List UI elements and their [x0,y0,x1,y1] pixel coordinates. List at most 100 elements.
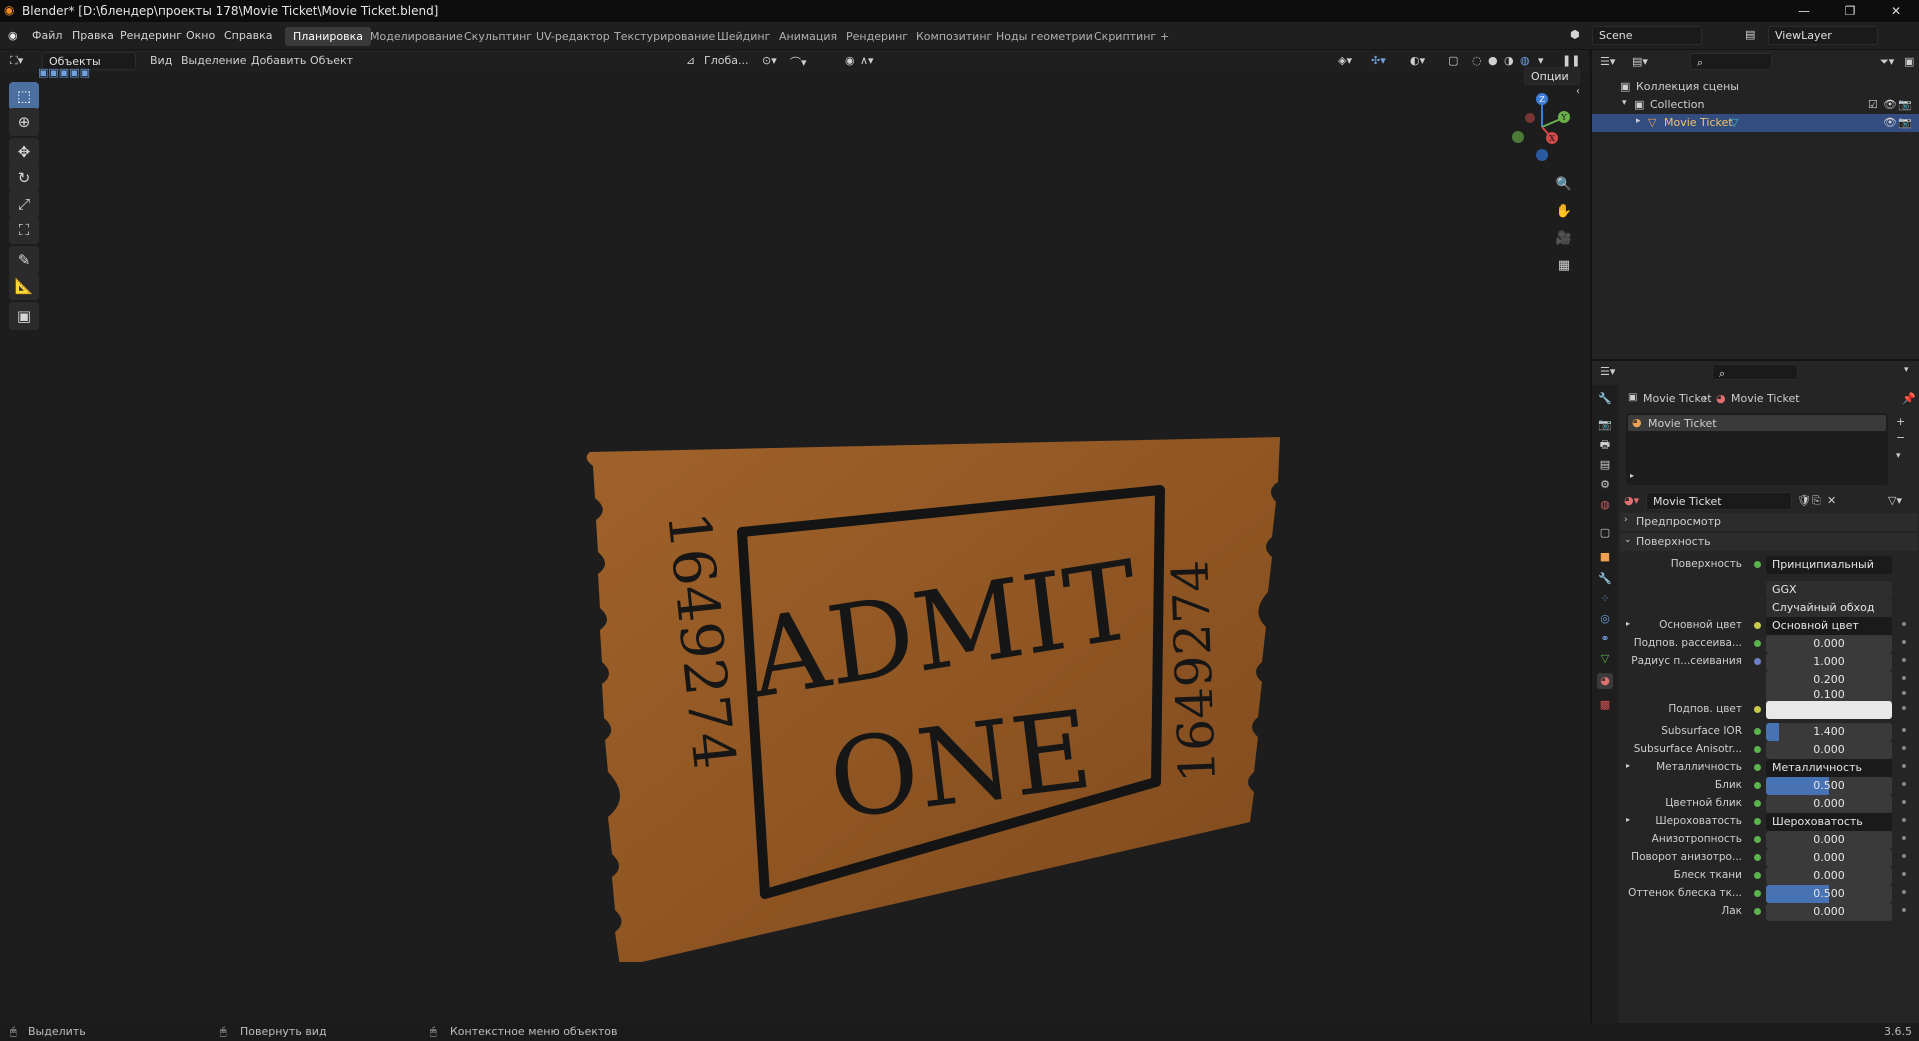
overlay-toggle-icon[interactable]: ◐▾ [1410,54,1425,67]
menu-window[interactable]: Окно [186,29,215,42]
output-tab-icon[interactable]: 🖶 [1597,437,1613,453]
menu-add[interactable]: Добавить [251,54,306,67]
surface-panel-header[interactable]: ⌄ Поверхность [1620,533,1918,551]
eye-icon[interactable]: 👁 [1883,116,1897,129]
keyframe-dot-icon[interactable] [1902,640,1906,644]
mesh-data-icon[interactable]: ▽ [1730,116,1738,129]
solid-shading-icon[interactable]: ● [1488,54,1498,67]
falloff-icon[interactable]: ∧▾ [860,54,874,67]
texture-tab-icon[interactable]: ▩ [1597,697,1613,713]
render-camera-icon[interactable]: 📷 [1898,116,1912,129]
menu-edit[interactable]: Правка [72,29,114,42]
tab-geometry-nodes[interactable]: Ноды геометрии [988,27,1101,46]
material-tab-icon[interactable]: ◕ [1597,673,1613,689]
new-collection-icon[interactable]: ▣ [1904,55,1914,68]
menu-view[interactable]: Вид [150,54,172,67]
expand-arrow-icon[interactable]: ▸ [1626,815,1630,824]
menu-help[interactable]: Справка [224,29,272,42]
shading-options-icon[interactable]: ▾ [1538,54,1544,67]
gizmo-toggle-icon[interactable]: ✣▾ [1371,54,1386,67]
material-shading-icon[interactable]: ◑ [1504,54,1514,67]
socket-dot[interactable] [1754,706,1761,713]
checkbox-icon[interactable]: ☑ [1868,98,1878,111]
modifier-tab-icon[interactable]: 🔧 [1597,571,1613,587]
socket-dot[interactable] [1754,782,1761,789]
socket-dot[interactable] [1754,890,1761,897]
pan-hand-icon[interactable]: ✋ [1553,201,1575,223]
expand-arrow-icon[interactable]: ▾ [1622,98,1627,108]
socket-dot[interactable] [1754,872,1761,879]
eye-icon[interactable]: 👁 [1883,98,1897,111]
annotate-tool[interactable]: ✎ [9,246,39,274]
camera-view-icon[interactable]: 🎥 [1553,228,1575,250]
keyframe-dot-icon[interactable] [1902,746,1906,750]
preview-panel-header[interactable]: › Предпросмотр [1620,513,1918,531]
add-workspace-button[interactable]: + [1152,27,1177,46]
keyframe-dot-icon[interactable] [1902,800,1906,804]
select-box-tool[interactable]: ⬚ [9,82,39,110]
expand-arrow-icon[interactable]: ▸ [1626,619,1630,628]
tab-shading[interactable]: Шейдинг [709,27,778,46]
measure-tool[interactable]: 📐 [9,272,39,300]
scale-tool[interactable]: ⤢ [9,190,39,218]
collection-tab-icon[interactable]: ▢ [1597,525,1613,541]
add-cube-tool[interactable]: ▣ [9,302,39,330]
keyframe-dot-icon[interactable] [1902,676,1906,680]
particles-tab-icon[interactable]: ⁘ [1597,591,1613,607]
sidebar-toggle-icon[interactable]: ‹ [1576,86,1580,97]
snap-icon[interactable]: ⌒▾ [790,54,807,70]
numeric-slider[interactable]: 0.000 [1766,903,1892,921]
menu-render[interactable]: Рендеринг [120,29,182,42]
tab-rendering[interactable]: Рендеринг [838,27,916,46]
expand-arrow-icon[interactable]: ▸ [1630,471,1634,480]
keyframe-dot-icon[interactable] [1902,818,1906,822]
menu-file[interactable]: Файл [32,29,62,42]
filter-icon[interactable]: ⏷▾ [1880,55,1894,69]
link-type-icon[interactable]: ▽▾ [1888,494,1902,507]
tab-layout[interactable]: Планировка [285,27,371,46]
visibility-icon[interactable]: ◈▾ [1338,54,1352,67]
keyframe-dot-icon[interactable] [1902,782,1906,786]
outliner-search-input[interactable]: ⌕ [1690,53,1772,70]
rendered-shading-icon[interactable]: ◍ [1520,54,1530,67]
color-swatch[interactable] [1766,701,1892,719]
render-tab-icon[interactable]: 📷 [1597,417,1613,433]
pivot-icon[interactable]: ⊙▾ [762,54,777,67]
socket-dot[interactable] [1754,561,1761,568]
display-mode-icon[interactable]: ▤▾ [1632,55,1648,68]
properties-editor-icon[interactable]: ☰▾ [1600,365,1615,378]
close-button[interactable]: ✕ [1873,0,1919,22]
movie-ticket-object[interactable]: ADMIT ONE 1649274 1649274 [560,362,1290,962]
editor-type-icon[interactable]: ⛶▾ [10,54,23,68]
render-camera-icon[interactable]: 📷 [1898,98,1912,111]
keyframe-dot-icon[interactable] [1902,854,1906,858]
keyframe-dot-icon[interactable] [1902,658,1906,662]
object-tab-icon[interactable]: ■ [1597,549,1613,565]
move-tool[interactable]: ✥ [9,138,39,166]
world-tab-icon[interactable]: ◍ [1597,497,1613,513]
view-layer-tab-icon[interactable]: ▤ [1597,457,1613,473]
navigation-gizmo[interactable]: Z Y X [1500,92,1580,162]
socket-dot[interactable] [1754,818,1761,825]
material-name-field[interactable]: Movie Ticket [1646,492,1792,510]
socket-dot[interactable] [1754,728,1761,735]
keyframe-dot-icon[interactable] [1902,706,1906,710]
rotate-tool[interactable]: ↻ [9,164,39,192]
maximize-button[interactable]: ❐ [1827,0,1873,22]
socket-dot[interactable] [1754,622,1761,629]
wireframe-shading-icon[interactable]: ◌ [1472,54,1482,67]
menu-select[interactable]: Выделение [181,54,247,67]
tab-texture-paint[interactable]: Текстурирование [606,27,723,46]
keyframe-dot-icon[interactable] [1902,872,1906,876]
keyframe-dot-icon[interactable] [1902,764,1906,768]
pin-icon[interactable]: 📌 [1902,392,1916,405]
socket-dot[interactable] [1754,908,1761,915]
fake-user-icon[interactable]: 🛡 [1797,494,1811,507]
tab-compositing[interactable]: Композитинг [908,27,1000,46]
socket-dot[interactable] [1754,764,1761,771]
keyframe-dot-icon[interactable] [1902,890,1906,894]
scene-selector[interactable]: Scene [1592,26,1702,45]
outliner-editor-icon[interactable]: ☰▾ [1600,55,1615,68]
slot-specials-icon[interactable]: ▾ [1896,451,1901,461]
properties-search-input[interactable]: ⌕ [1712,364,1798,380]
